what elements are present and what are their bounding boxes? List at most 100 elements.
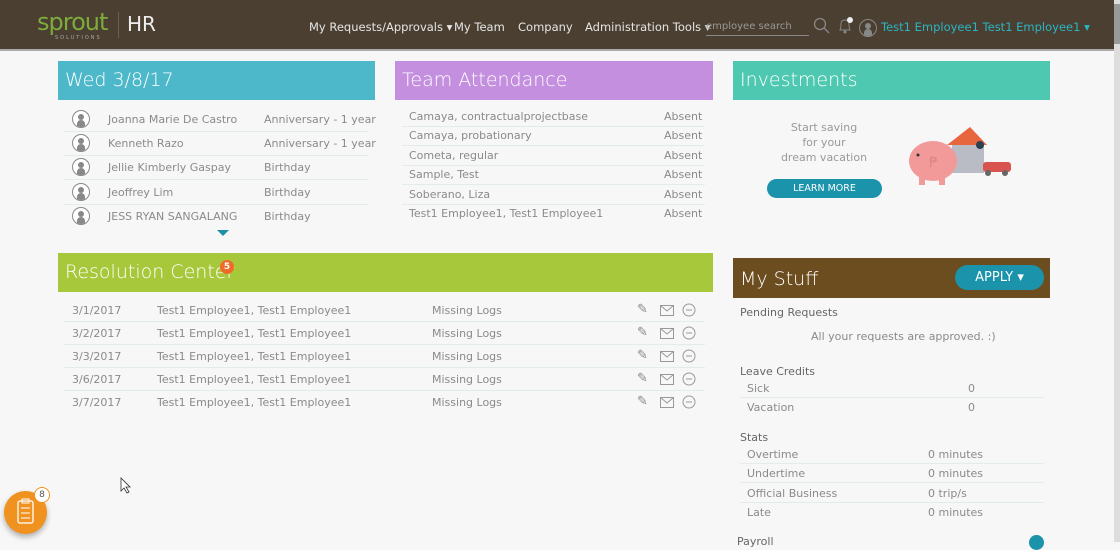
avatar	[72, 158, 90, 176]
celebrant-name: Jellie Kimberly Gaspay	[108, 161, 231, 174]
logo-divider	[118, 12, 119, 38]
attendance-status: Absent	[664, 188, 703, 201]
learn-more-button[interactable]: LEARN MORE	[767, 179, 882, 198]
attendance-status: Absent	[664, 129, 703, 142]
stat-value: 0 minutes	[928, 506, 984, 519]
celebrant-name: Jeoffrey Lim	[108, 186, 174, 199]
celebrant-name: JESS RYAN SANGALANG	[108, 210, 238, 223]
resolution-employee: Test1 Employee1, Test1 Employee1	[157, 396, 352, 409]
leave-label: Vacation	[747, 401, 795, 414]
user-avatar[interactable]	[859, 19, 877, 37]
resolution-issue: Missing Logs	[432, 327, 502, 340]
resolution-date: 3/1/2017	[72, 304, 122, 317]
attendance-header: Team Attendance	[395, 61, 713, 100]
bell-icon[interactable]	[836, 17, 854, 35]
mail-icon[interactable]	[660, 351, 674, 362]
pending-requests-label: Pending Requests	[740, 306, 838, 319]
leave-value: 0	[968, 382, 975, 395]
pending-requests-text: All your requests are approved. :)	[811, 330, 996, 343]
celebrant-name: Kenneth Razo	[108, 137, 184, 150]
celebrations-header: Wed 3/8/17	[58, 61, 375, 100]
stat-label: Late	[747, 506, 771, 519]
celebration-event: Birthday	[264, 161, 311, 174]
attendance-status: Absent	[664, 207, 703, 220]
leave-label: Sick	[747, 382, 770, 395]
edit-pencil-icon[interactable]: ✎	[637, 394, 648, 409]
resolution-center-header: Resolution Center	[58, 253, 713, 292]
apply-button[interactable]: APPLY ▾	[955, 265, 1044, 290]
mail-icon[interactable]	[660, 397, 674, 408]
edit-pencil-icon[interactable]: ✎	[637, 325, 648, 340]
resolution-employee: Test1 Employee1, Test1 Employee1	[157, 304, 352, 317]
celebration-event: Anniversary - 1 year	[264, 137, 376, 150]
mail-icon[interactable]	[660, 305, 674, 316]
stat-label: Undertime	[747, 467, 806, 480]
sprout-logo[interactable]: sprout SOLUTIONS	[37, 8, 108, 41]
nav-company[interactable]: Company	[518, 20, 573, 34]
expand-arrow-icon[interactable]	[217, 230, 229, 242]
employee-name: Camaya, probationary	[409, 129, 532, 142]
mail-icon[interactable]	[660, 328, 674, 339]
remove-circle-icon[interactable]	[682, 349, 696, 363]
stat-value: 0 trip/s	[928, 487, 967, 500]
attendance-status: Absent	[664, 110, 703, 123]
svg-text:₱: ₱	[929, 155, 938, 171]
stat-label: Official Business	[747, 487, 838, 500]
avatar	[72, 207, 90, 225]
stat-value: 0 minutes	[928, 448, 984, 461]
payroll-toggle-button[interactable]	[1029, 535, 1044, 550]
logo-text: sprout	[37, 8, 108, 36]
celebration-event: Birthday	[264, 186, 311, 199]
edit-pencil-icon[interactable]: ✎	[637, 348, 648, 363]
resolution-title: Resolution Center	[65, 261, 235, 283]
employee-name: Sample, Test	[409, 168, 479, 181]
resolution-issue: Missing Logs	[432, 350, 502, 363]
employee-name: Soberano, Liza	[409, 188, 491, 201]
investments-header: Investments	[733, 61, 1050, 100]
nav-my-requests[interactable]: My Requests/Approvals ▾	[309, 20, 452, 34]
celebration-event: Anniversary - 1 year	[264, 113, 376, 126]
resolution-issue: Missing Logs	[432, 373, 502, 386]
leave-value: 0	[968, 401, 975, 414]
avatar	[72, 183, 90, 201]
resolution-employee: Test1 Employee1, Test1 Employee1	[157, 373, 352, 386]
logo-subtext: SOLUTIONS	[55, 35, 102, 41]
nav-my-team[interactable]: My Team	[454, 20, 505, 34]
employee-search-input[interactable]	[706, 17, 809, 36]
employee-name: Camaya, contractualprojectbase	[409, 110, 588, 123]
avatar	[72, 110, 90, 128]
resolution-issue: Missing Logs	[432, 396, 502, 409]
edit-pencil-icon[interactable]: ✎	[637, 371, 648, 386]
stats-label: Stats	[740, 431, 769, 444]
remove-circle-icon[interactable]	[682, 303, 696, 317]
resolution-count-badge: 5	[220, 260, 234, 274]
celebrant-name: Joanna Marie De Castro	[108, 113, 238, 126]
resolution-employee: Test1 Employee1, Test1 Employee1	[157, 350, 352, 363]
resolution-issue: Missing Logs	[432, 304, 502, 317]
resolution-date: 3/6/2017	[72, 373, 122, 386]
attendance-status: Absent	[664, 168, 703, 181]
app-name: HR	[127, 12, 156, 36]
search-icon[interactable]	[813, 17, 831, 35]
piggy-bank-house-illustration: ₱	[909, 127, 1011, 185]
leave-credits-label: Leave Credits	[740, 365, 816, 378]
avatar	[72, 134, 90, 152]
edit-pencil-icon[interactable]: ✎	[637, 302, 648, 317]
resolution-date: 3/3/2017	[72, 350, 122, 363]
employee-name: Cometa, regular	[409, 149, 499, 162]
mouse-cursor-icon	[120, 477, 131, 494]
remove-circle-icon[interactable]	[682, 395, 696, 409]
celebration-event: Birthday	[264, 210, 311, 223]
stat-label: Overtime	[747, 448, 799, 461]
remove-circle-icon[interactable]	[682, 372, 696, 386]
remove-circle-icon[interactable]	[682, 326, 696, 340]
user-menu[interactable]: Test1 Employee1 Test1 Employee1 ▾	[881, 20, 1090, 34]
nav-admin-tools[interactable]: Administration Tools ▾	[585, 20, 711, 34]
resolution-employee: Test1 Employee1, Test1 Employee1	[157, 327, 352, 340]
mail-icon[interactable]	[660, 374, 674, 385]
employee-name: Test1 Employee1, Test1 Employee1	[409, 207, 604, 220]
investments-promo-text: Start saving for your dream vacation	[780, 121, 868, 164]
page-scrollbar[interactable]	[1114, 0, 1120, 542]
tasks-count-badge: 8	[34, 487, 50, 503]
attendance-status: Absent	[664, 149, 703, 162]
